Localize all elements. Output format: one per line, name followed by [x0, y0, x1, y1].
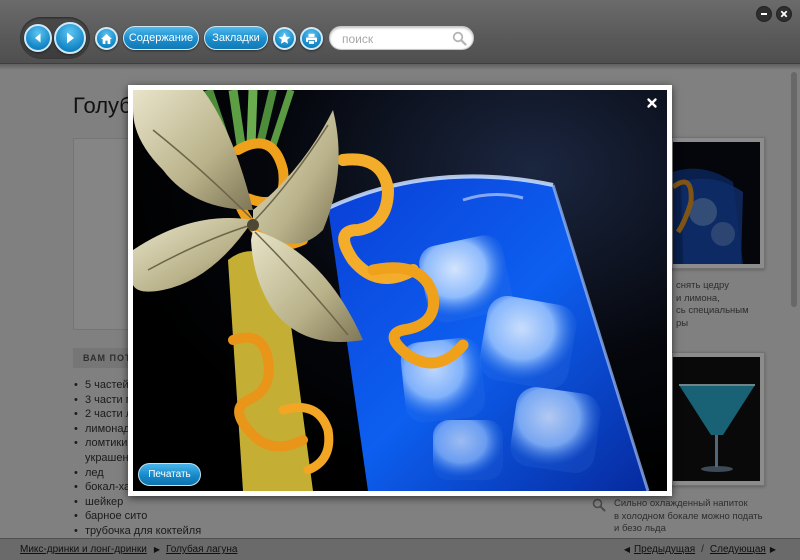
search-input[interactable]	[342, 31, 452, 47]
home-button[interactable]	[95, 27, 118, 50]
breadcrumb-link-category[interactable]: Микс-дринки и лонг-дринки	[20, 544, 147, 555]
arrow-left-icon	[32, 32, 44, 44]
favorite-button[interactable]	[273, 27, 296, 50]
prev-arrow-icon: ◀	[623, 545, 630, 554]
bookmarks-button[interactable]: Закладки	[204, 26, 268, 50]
forward-button[interactable]	[54, 22, 86, 54]
next-page-link[interactable]: Следующая	[710, 544, 766, 555]
pager: ◀ Предыдущая / Следующая ▶	[620, 544, 780, 555]
breadcrumb-arrow-icon: ▶	[153, 545, 160, 554]
search-box	[329, 26, 474, 50]
arrow-right-icon	[63, 31, 77, 45]
back-button[interactable]	[24, 24, 52, 52]
search-icon[interactable]	[452, 31, 467, 51]
contents-button[interactable]: Содержание	[123, 26, 199, 50]
minimize-icon	[760, 5, 768, 23]
breadcrumb: Микс-дринки и лонг-дринки ▶ Голубая лагу…	[20, 544, 237, 555]
toolbar: Содержание Закладки	[0, 0, 800, 64]
next-arrow-icon: ▶	[769, 545, 776, 554]
pager-divider: /	[701, 544, 704, 555]
home-icon	[100, 33, 113, 45]
lightbox: Печатать	[128, 85, 672, 496]
window-close-button[interactable]	[776, 6, 792, 22]
close-icon	[780, 5, 788, 23]
breadcrumb-link-current[interactable]: Голубая лагуна	[166, 544, 237, 555]
print-button[interactable]	[300, 27, 323, 50]
cocktail-photo: Печатать	[133, 90, 667, 491]
printer-icon	[305, 33, 318, 45]
bottom-bar: Микс-дринки и лонг-дринки ▶ Голубая лагу…	[0, 538, 800, 560]
print-image-button[interactable]: Печатать	[138, 463, 201, 486]
close-icon[interactable]	[645, 96, 659, 110]
prev-page-link[interactable]: Предыдущая	[634, 544, 695, 555]
minimize-button[interactable]	[756, 6, 772, 22]
star-icon	[278, 32, 291, 45]
